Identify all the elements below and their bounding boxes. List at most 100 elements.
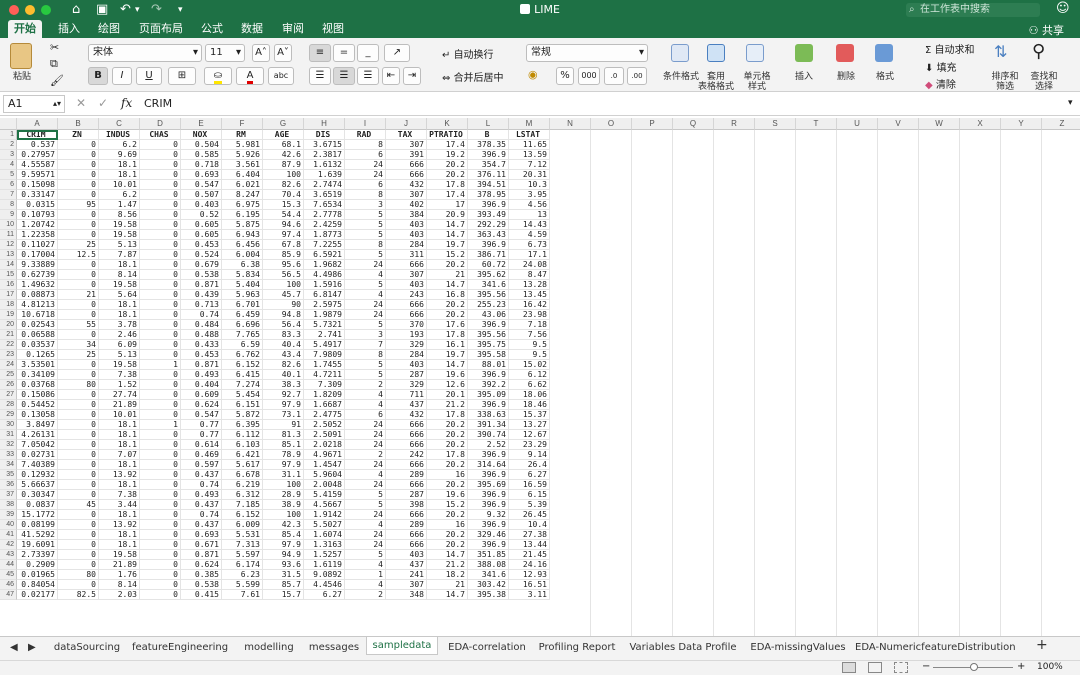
column-title-cell[interactable]: TAX [386, 130, 427, 140]
increase-font-size-icon[interactable]: A˄ [252, 44, 270, 62]
column-title-cell[interactable]: PTRATIO [427, 130, 468, 140]
table-cell[interactable]: 0 [58, 150, 99, 160]
table-cell[interactable]: 20.2 [427, 430, 468, 440]
row-header[interactable]: 21 [0, 330, 17, 340]
table-cell[interactable]: 18.1 [99, 300, 140, 310]
table-cell[interactable]: 1.76 [99, 570, 140, 580]
table-cell[interactable]: 370 [386, 320, 427, 330]
table-cell[interactable]: 1.52 [99, 380, 140, 390]
table-cell[interactable]: 284 [386, 240, 427, 250]
table-cell[interactable]: 0.693 [181, 530, 222, 540]
prev-sheet-icon[interactable]: ◀ [10, 641, 18, 655]
select-all-corner[interactable] [0, 118, 17, 130]
table-cell[interactable]: 0 [140, 320, 181, 330]
table-cell[interactable]: 19.6091 [17, 540, 58, 550]
table-cell[interactable]: 666 [386, 310, 427, 320]
column-header-J[interactable]: J [386, 118, 427, 130]
table-cell[interactable]: 31.1 [263, 470, 304, 480]
row-header[interactable]: 5 [0, 170, 17, 180]
number-format-select[interactable]: 常规 ▾ [526, 44, 648, 62]
column-header-F[interactable]: F [222, 118, 263, 130]
table-cell[interactable]: 6.62 [509, 380, 550, 390]
page-layout-view-icon[interactable] [868, 662, 882, 673]
row-header[interactable]: 33 [0, 450, 17, 460]
table-cell[interactable]: 6.23 [222, 570, 263, 580]
table-cell[interactable]: 10.01 [99, 410, 140, 420]
page-break-view-icon[interactable] [894, 662, 908, 673]
table-cell[interactable]: 0.403 [181, 200, 222, 210]
table-cell[interactable]: 5.834 [222, 270, 263, 280]
column-title-cell[interactable]: INDUS [99, 130, 140, 140]
table-cell[interactable]: 396.9 [468, 200, 509, 210]
table-cell[interactable]: 15.2 [427, 250, 468, 260]
table-cell[interactable]: 6.701 [222, 300, 263, 310]
column-header-B[interactable]: B [58, 118, 99, 130]
tab-insert[interactable]: 插入 [58, 22, 80, 36]
zoom-out-icon[interactable]: − [922, 661, 930, 672]
row-header[interactable]: 20 [0, 320, 17, 330]
table-cell[interactable]: 19.7 [427, 350, 468, 360]
table-cell[interactable]: 20.2 [427, 300, 468, 310]
table-cell[interactable]: 0 [140, 350, 181, 360]
table-cell[interactable]: 0 [140, 170, 181, 180]
table-cell[interactable]: 19.7 [427, 240, 468, 250]
table-cell[interactable]: 289 [386, 520, 427, 530]
decrease-indent-icon[interactable]: ⇤ [382, 67, 400, 85]
table-cell[interactable]: 85.4 [263, 530, 304, 540]
table-cell[interactable]: 7.61 [222, 590, 263, 600]
table-cell[interactable]: 395.38 [468, 590, 509, 600]
table-cell[interactable]: 0 [140, 460, 181, 470]
row-header[interactable]: 45 [0, 570, 17, 580]
table-cell[interactable]: 17.4 [427, 190, 468, 200]
table-cell[interactable]: 20.2 [427, 460, 468, 470]
table-cell[interactable]: 6.456 [222, 240, 263, 250]
column-title-cell[interactable]: B [468, 130, 509, 140]
table-cell[interactable]: 6.103 [222, 440, 263, 450]
table-cell[interactable]: 24 [345, 430, 386, 440]
table-cell[interactable]: 8 [345, 190, 386, 200]
table-cell[interactable]: 1.6687 [304, 400, 345, 410]
table-cell[interactable]: 7.40389 [17, 460, 58, 470]
insert-function-icon[interactable]: fx [121, 96, 132, 110]
table-cell[interactable]: 15.37 [509, 410, 550, 420]
table-cell[interactable]: 4.7211 [304, 370, 345, 380]
table-cell[interactable]: 5 [345, 490, 386, 500]
table-cell[interactable]: 0.08199 [17, 520, 58, 530]
row-header[interactable]: 4 [0, 160, 17, 170]
table-cell[interactable]: 6.696 [222, 320, 263, 330]
table-cell[interactable]: 38.9 [263, 500, 304, 510]
table-cell[interactable]: 27.74 [99, 390, 140, 400]
table-cell[interactable]: 303.42 [468, 580, 509, 590]
table-cell[interactable]: 0 [140, 510, 181, 520]
table-cell[interactable]: 0.488 [181, 330, 222, 340]
table-cell[interactable]: 2.4259 [304, 220, 345, 230]
table-cell[interactable]: 0.624 [181, 400, 222, 410]
confirm-entry-icon[interactable]: ✓ [98, 96, 108, 110]
table-cell[interactable]: 8 [345, 140, 386, 150]
worksheet-grid[interactable]: ABCDEFGHIJKLMNOPQRSTUVWXYZ 1 CRIM ZN INDUS C… [0, 118, 1080, 636]
table-cell[interactable]: 6.943 [222, 230, 263, 240]
table-cell[interactable]: 0.524 [181, 250, 222, 260]
table-cell[interactable]: 5.926 [222, 150, 263, 160]
table-cell[interactable]: 82.5 [58, 590, 99, 600]
table-cell[interactable]: 437 [386, 400, 427, 410]
table-cell[interactable]: 5 [345, 360, 386, 370]
table-cell[interactable]: 0 [58, 260, 99, 270]
table-cell[interactable]: 0 [58, 220, 99, 230]
table-cell[interactable]: 0 [58, 330, 99, 340]
table-cell[interactable]: 0.77 [181, 420, 222, 430]
table-cell[interactable]: 0.54452 [17, 400, 58, 410]
row-header[interactable]: 17 [0, 290, 17, 300]
table-cell[interactable]: 0.671 [181, 540, 222, 550]
table-cell[interactable]: 1.9879 [304, 310, 345, 320]
table-cell[interactable]: 20.2 [427, 310, 468, 320]
table-cell[interactable]: 6.2 [99, 190, 140, 200]
table-cell[interactable]: 5 [345, 230, 386, 240]
table-cell[interactable]: 95.6 [263, 260, 304, 270]
table-cell[interactable]: 666 [386, 300, 427, 310]
table-cell[interactable]: 5.66637 [17, 480, 58, 490]
table-cell[interactable]: 391.34 [468, 420, 509, 430]
table-cell[interactable]: 1.5916 [304, 280, 345, 290]
column-header-T[interactable]: T [796, 118, 837, 130]
table-cell[interactable]: 18.1 [99, 530, 140, 540]
